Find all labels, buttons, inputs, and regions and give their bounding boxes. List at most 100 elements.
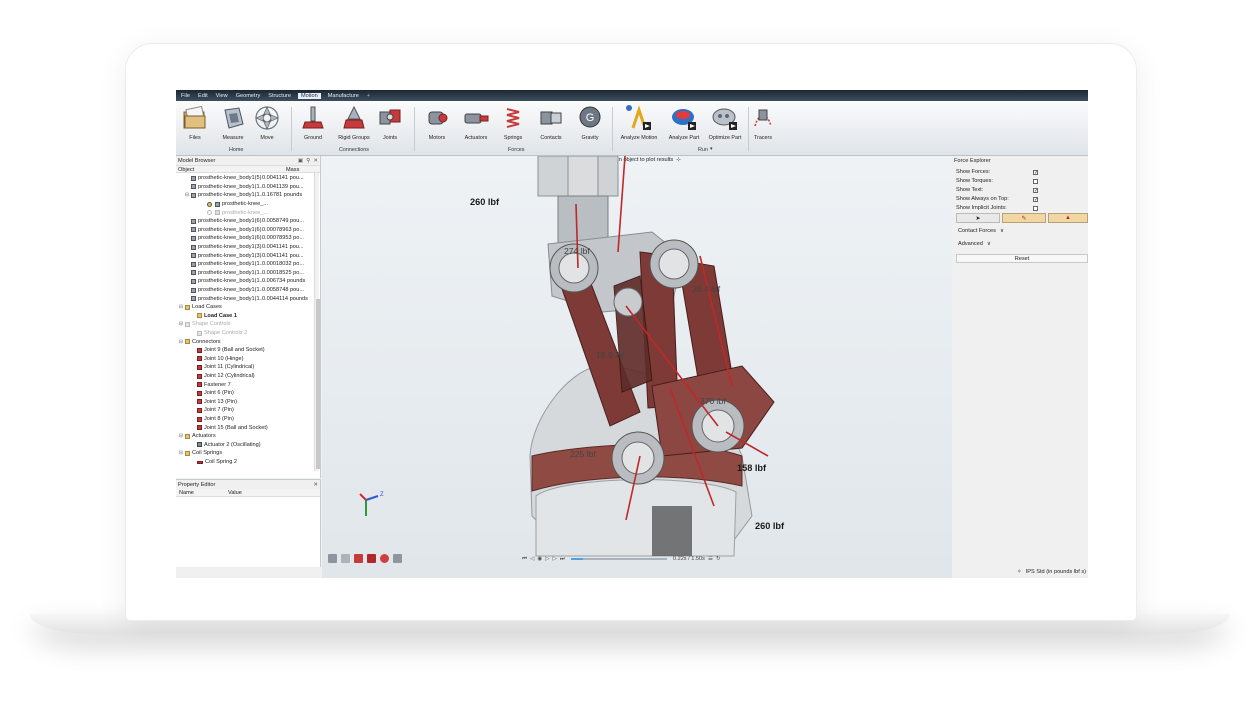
collapse-icon[interactable]: ⊟: [184, 192, 190, 198]
radio-icon[interactable]: [207, 210, 212, 216]
model-browser-scrollbar[interactable]: [314, 173, 320, 471]
close-icon[interactable]: ✕: [313, 482, 318, 488]
motors-button[interactable]: Motors: [418, 104, 456, 142]
tree-row[interactable]: Fastener 7: [176, 380, 314, 389]
collapse-icon[interactable]: ⊟: [178, 450, 184, 456]
show-forces-checkbox[interactable]: ✓: [1033, 169, 1038, 175]
units-indicator[interactable]: ✧ IPS Std (in pounds lbf s): [1017, 569, 1086, 575]
tree-row[interactable]: Coil Spring 2: [176, 458, 314, 467]
search-icon[interactable]: ⚲: [306, 158, 310, 164]
reset-button[interactable]: Reset: [956, 254, 1088, 263]
ground-button[interactable]: Ground: [294, 104, 332, 142]
playback-menu-icon[interactable]: ☰: [708, 556, 713, 562]
show-implicit-joints-option[interactable]: Show Implicit Joints:: [956, 204, 1038, 212]
step-back-icon[interactable]: ◁: [530, 556, 534, 562]
menu-manufacture[interactable]: Manufacture: [327, 93, 360, 99]
zoom-icon[interactable]: [380, 554, 389, 563]
rigid-groups-button[interactable]: Rigid Groups: [333, 104, 375, 142]
tree-row[interactable]: prosthetic-knee_body1(1... 0.0058748 pou.…: [176, 286, 314, 295]
menu-file[interactable]: File: [180, 93, 191, 99]
mass-column-header[interactable]: Mass: [286, 167, 299, 173]
loop-icon[interactable]: ↻: [716, 556, 721, 562]
tree-row[interactable]: prosthetic-knee_body1(1... 0.00018032 po.…: [176, 260, 314, 269]
move-button[interactable]: Move: [248, 104, 286, 142]
value-column-header[interactable]: Value: [228, 490, 242, 496]
collapse-icon[interactable]: ⊟: [178, 321, 184, 327]
show-torques-option[interactable]: Show Torques:: [956, 177, 1038, 185]
pin-icon[interactable]: ▣: [298, 158, 303, 164]
skip-end-icon[interactable]: ⏭: [560, 556, 565, 563]
run-dropdown-icon[interactable]: ▾: [710, 146, 713, 152]
menu-edit[interactable]: Edit: [197, 93, 209, 99]
tree-row[interactable]: ⊟ Actuators: [176, 432, 314, 441]
playback-slider[interactable]: [570, 558, 667, 560]
collapse-icon[interactable]: ⊟: [178, 433, 184, 439]
tree-row[interactable]: Shape Controls 2: [176, 329, 314, 338]
menu-structure[interactable]: Structure: [267, 93, 292, 99]
measure-button[interactable]: Measure: [214, 104, 252, 142]
tree-row[interactable]: Joint 15 (Ball and Socket): [176, 423, 314, 432]
model-viewport[interactable]: Click an object to plot results ⊹ 260 lb…: [322, 156, 952, 578]
record-icon[interactable]: ◉: [537, 556, 542, 562]
contact-forces-expander[interactable]: Contact Forces ∨: [958, 228, 1004, 234]
tree-row[interactable]: prosthetic-knee_body1(6)... 0.0058749 pou…: [176, 217, 314, 226]
play-icon[interactable]: ▷: [545, 556, 549, 562]
files-button[interactable]: Files: [176, 104, 214, 142]
knee-model-render[interactable]: 260 lbf 274 lbf 28.4 lbf 18.9 lbf 370 lb…: [322, 156, 952, 578]
tree-row[interactable]: prosthetic-knee_body1(6)... 0.00078953 po…: [176, 234, 314, 243]
force-bar-style-button[interactable]: ✎: [1002, 213, 1046, 223]
display-mode-icon[interactable]: [367, 554, 376, 563]
analyze-motion-button[interactable]: Analyze Motion: [616, 104, 662, 142]
menu-geometry[interactable]: Geometry: [235, 93, 262, 99]
tree-row[interactable]: prosthetic-knee_body1(6)... 0.00078963 po…: [176, 226, 314, 235]
menu-motion[interactable]: Motion: [297, 92, 321, 99]
show-text-option[interactable]: Show Text: ✓: [956, 186, 1038, 194]
tree-row[interactable]: prosthetic-knee_body1(1... 0.00018525 po.…: [176, 269, 314, 278]
tree-row[interactable]: Joint 7 (Pin): [176, 406, 314, 415]
tracers-button[interactable]: Tracers: [744, 104, 782, 142]
actuators-button[interactable]: Actuators: [457, 104, 495, 142]
tree-row[interactable]: Joint 6 (Pin): [176, 389, 314, 398]
tree-row[interactable]: ⊟ prosthetic-knee_body1(1... 0.16781 pound…: [176, 191, 314, 200]
analyze-part-button[interactable]: Analyze Part: [663, 104, 705, 142]
tree-row[interactable]: ⊟ Connectors: [176, 337, 314, 346]
object-column-header[interactable]: Object: [178, 167, 194, 173]
tree-row[interactable]: Load Case 1: [176, 312, 314, 321]
springs-button[interactable]: Springs: [494, 104, 532, 142]
fit-view-icon[interactable]: [393, 554, 402, 563]
radio-selected-icon[interactable]: [207, 201, 212, 207]
name-column-header[interactable]: Name: [179, 490, 194, 496]
tree-row[interactable]: ⊟ Load Cases: [176, 303, 314, 312]
section-icon[interactable]: [354, 554, 363, 563]
show-always-on-top-checkbox[interactable]: ✓: [1033, 196, 1038, 202]
tree-row[interactable]: prosthetic-knee_body1(1... 0.0041139 pou.…: [176, 183, 314, 192]
menu-view[interactable]: View: [215, 93, 229, 99]
show-implicit-joints-checkbox[interactable]: [1033, 205, 1038, 211]
skip-start-icon[interactable]: ⏮: [522, 556, 527, 563]
tree-row[interactable]: prosthetic-knee_body1(5)... 0.0041141 pou…: [176, 174, 314, 183]
tree-row[interactable]: Joint 13 (Pin): [176, 398, 314, 407]
tree-row[interactable]: Joint 8 (Pin): [176, 415, 314, 424]
tree-row[interactable]: prosthetic-knee_body1(3)... 0.0041141 pou…: [176, 251, 314, 260]
tree-row[interactable]: Actuator 2 (Oscillating): [176, 441, 314, 450]
tree-row[interactable]: Joint 10 (Hinge): [176, 355, 314, 364]
collapse-icon[interactable]: ⊟: [178, 304, 184, 310]
show-torques-checkbox[interactable]: [1033, 178, 1038, 184]
tree-row[interactable]: prosthetic-knee_body1(1... 0.0044114 poun…: [176, 294, 314, 303]
tree-row[interactable]: Joint 12 (Cylindrical): [176, 372, 314, 381]
show-forces-option[interactable]: Show Forces: ✓: [956, 168, 1038, 176]
tree-row[interactable]: prosthetic-knee_...: [176, 208, 314, 217]
joints-button[interactable]: Joints: [371, 104, 409, 142]
contacts-button[interactable]: Contacts: [532, 104, 570, 142]
collapse-icon[interactable]: ⊟: [178, 339, 184, 345]
tree-row[interactable]: prosthetic-knee_body1(3)... 0.0041141 pou…: [176, 243, 314, 252]
tree-row[interactable]: prosthetic-knee_body1(1... 0.006734 pound…: [176, 277, 314, 286]
gravity-button[interactable]: G Gravity: [571, 104, 609, 142]
view-cube-icon[interactable]: [328, 554, 337, 563]
tree-row[interactable]: prosthetic-knee_...: [176, 200, 314, 209]
scrollbar-thumb[interactable]: [315, 299, 320, 469]
close-icon[interactable]: ✕: [313, 158, 318, 164]
shaded-view-icon[interactable]: [341, 554, 350, 563]
tree-row[interactable]: Joint 9 (Ball and Socket): [176, 346, 314, 355]
step-forward-icon[interactable]: ▷: [553, 556, 557, 562]
